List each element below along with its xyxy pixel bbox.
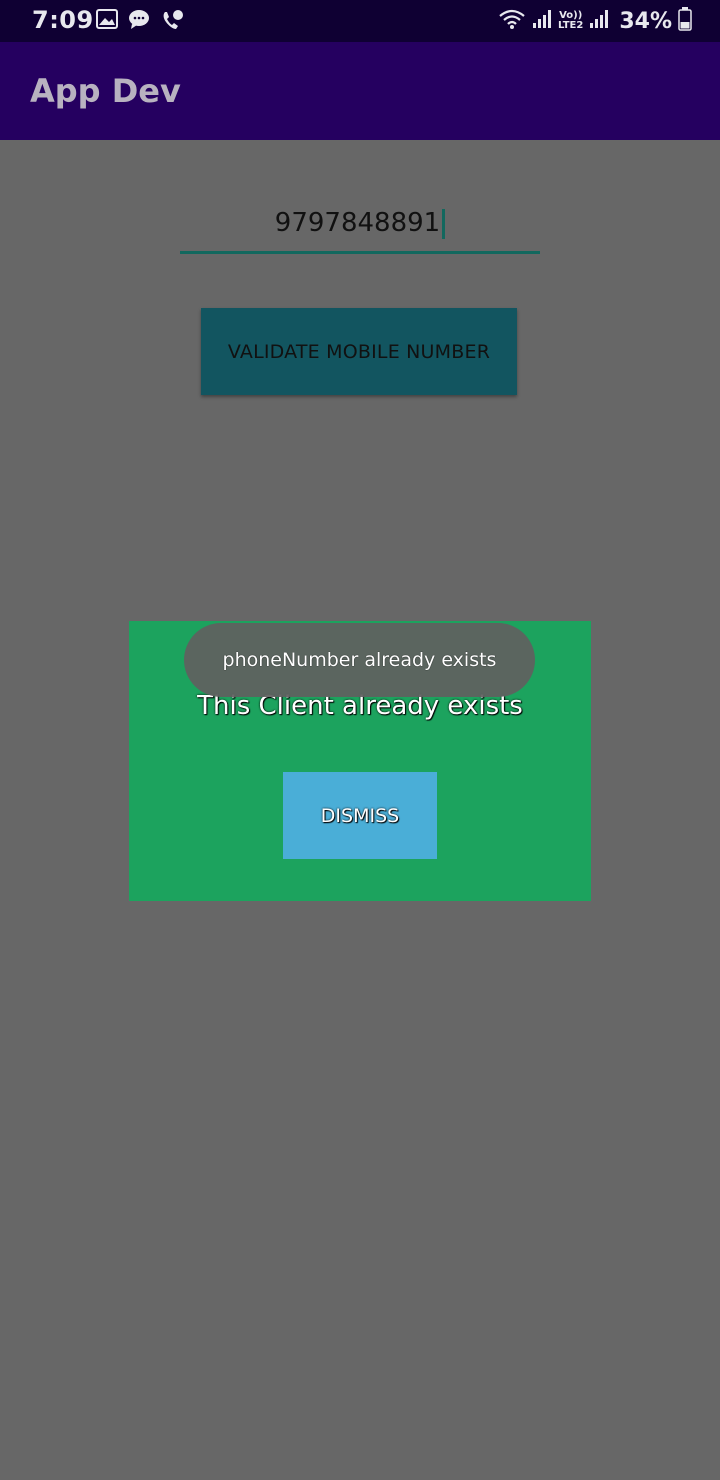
status-time: 7:09 xyxy=(32,6,94,34)
text-cursor xyxy=(442,208,446,239)
dismiss-button[interactable]: DISMISS xyxy=(283,772,437,859)
chat-icon xyxy=(128,9,150,35)
phone-number-field[interactable]: 9797848891 xyxy=(180,208,540,239)
lte-label: LTE2 xyxy=(558,20,584,31)
battery-percent: 34% xyxy=(619,8,672,34)
app-bar: App Dev xyxy=(0,42,720,140)
toast-message: phoneNumber already exists xyxy=(184,623,535,697)
battery-icon xyxy=(678,7,692,35)
phone-number-value: 9797848891 xyxy=(274,208,441,238)
app-title: App Dev xyxy=(30,72,181,110)
wifi-icon xyxy=(498,8,526,34)
missed-call-icon xyxy=(160,9,184,35)
validate-mobile-number-button[interactable]: VALIDATE MOBILE NUMBER xyxy=(201,308,517,395)
network-type: Vo)) LTE2 xyxy=(558,11,583,31)
phone-number-input[interactable]: 9797848891 xyxy=(180,196,540,254)
input-underline xyxy=(180,251,540,254)
signal-icon-2 xyxy=(589,9,609,33)
image-icon xyxy=(96,9,118,35)
status-bar: 7:09 Vo)) LTE2 34% xyxy=(0,0,720,42)
system-icons: Vo)) LTE2 34% xyxy=(498,7,692,35)
signal-icon xyxy=(532,9,552,33)
notification-icons xyxy=(96,9,184,35)
